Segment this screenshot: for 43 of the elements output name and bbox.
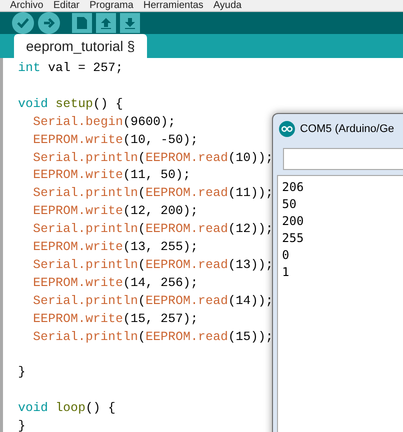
code-line: Serial.begin(9600); [32, 114, 176, 131]
arrow-up-icon [101, 18, 111, 28]
open-button[interactable] [96, 13, 116, 33]
code-line: EEPROM.write(15, 257); [32, 310, 198, 328]
verify-button[interactable] [12, 12, 34, 34]
code-line: Serial.println(EEPROM.read(10)); [32, 150, 274, 167]
save-button[interactable] [120, 13, 140, 33]
document-icon [77, 17, 87, 29]
file-tab[interactable]: eeprom_tutorial § [14, 34, 147, 58]
menu-item[interactable]: Archivo [10, 0, 44, 11]
new-button[interactable] [72, 13, 92, 33]
upload-button[interactable] [38, 12, 60, 34]
code-line: EEPROM.write(11, 50); [32, 167, 191, 184]
code-line: void loop() { [18, 400, 116, 418]
code-line: void setup() { [18, 96, 124, 113]
code-line: Serial.println(EEPROM.read(14)); [32, 292, 274, 310]
menu-item[interactable]: Herramientas [143, 0, 204, 11]
infinity-logo-icon [279, 121, 295, 137]
code-line: EEPROM.write(12, 200); [32, 203, 198, 220]
output-line: 1 [282, 264, 290, 281]
code-line: EEPROM.write(10, -50); [32, 132, 198, 149]
code-line: } [18, 364, 26, 382]
output-line: 200 [282, 213, 305, 230]
input-field[interactable] [283, 148, 403, 170]
code-line: Serial.println(EEPROM.read(13)); [32, 256, 274, 274]
code-line: Serial.println(EEPROM.read(15)); [32, 328, 274, 346]
code-line: EEPROM.write(14, 256); [32, 274, 198, 292]
code-line: Serial.println(EEPROM.read(12)); [32, 221, 274, 238]
output-line: 50 [282, 196, 298, 213]
menu-item[interactable]: Ayuda [213, 0, 242, 11]
code-line: EEPROM.write(13, 255); [32, 239, 198, 256]
menu-item[interactable]: Programa [89, 0, 134, 11]
output-line: 255 [282, 230, 305, 247]
window-title: COM5 (Arduino/Ge [300, 123, 394, 135]
checkmark-icon [17, 18, 29, 28]
arrow-down-icon [125, 18, 135, 28]
arrow-right-icon [43, 18, 55, 28]
code-line: Serial.println(EEPROM.read(11)); [32, 185, 274, 202]
output-line: 206 [282, 179, 305, 196]
code-line: } [18, 418, 26, 432]
menu-item[interactable]: Editar [53, 0, 80, 11]
output-line: 0 [282, 247, 290, 264]
code-line: int val = 257; [18, 60, 124, 77]
